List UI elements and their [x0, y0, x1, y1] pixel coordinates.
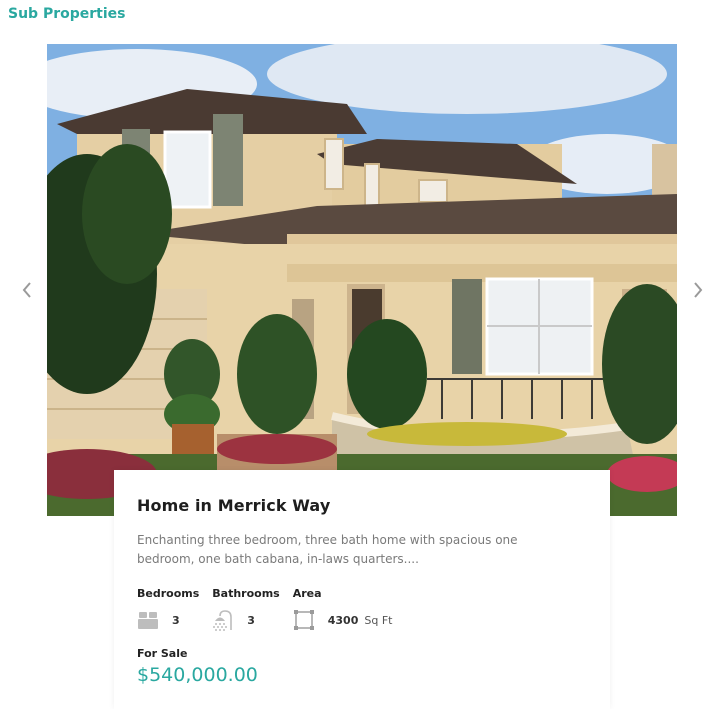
- area-label: Area: [292, 587, 322, 600]
- property-title[interactable]: Home in Merrick Way: [137, 496, 587, 515]
- chevron-right-icon: [694, 282, 703, 298]
- property-card: Home in Merrick Way Enchanting three bed…: [114, 470, 610, 709]
- feature-bedrooms: Bedrooms 3: [137, 587, 199, 631]
- shower-icon: [213, 610, 233, 631]
- bed-icon: [138, 612, 158, 629]
- feature-area: Area 4300 Sq Ft: [292, 587, 393, 631]
- area-unit: Sq Ft: [364, 613, 393, 627]
- carousel-next-button[interactable]: [689, 276, 707, 304]
- carousel-prev-button[interactable]: [18, 276, 36, 304]
- status-label: For Sale: [137, 647, 188, 660]
- property-description: Enchanting three bedroom, three bath hom…: [137, 533, 518, 566]
- property-features: Bedrooms 3 Bathrooms 3 Area 4300 Sq Ft: [137, 587, 587, 631]
- section-title: Sub Properties: [8, 6, 126, 22]
- property-price: $540,000.00: [137, 664, 258, 686]
- bedrooms-value: 3: [172, 613, 180, 627]
- bathrooms-label: Bathrooms: [212, 587, 280, 600]
- house-photo-illustration: [47, 44, 677, 516]
- feature-bathrooms: Bathrooms 3: [212, 587, 280, 631]
- bedrooms-label: Bedrooms: [137, 587, 200, 600]
- bathrooms-value: 3: [247, 613, 255, 627]
- chevron-left-icon: [22, 282, 31, 298]
- area-icon: [293, 610, 314, 630]
- property-photo[interactable]: [47, 44, 677, 516]
- area-value: 4300: [327, 613, 359, 627]
